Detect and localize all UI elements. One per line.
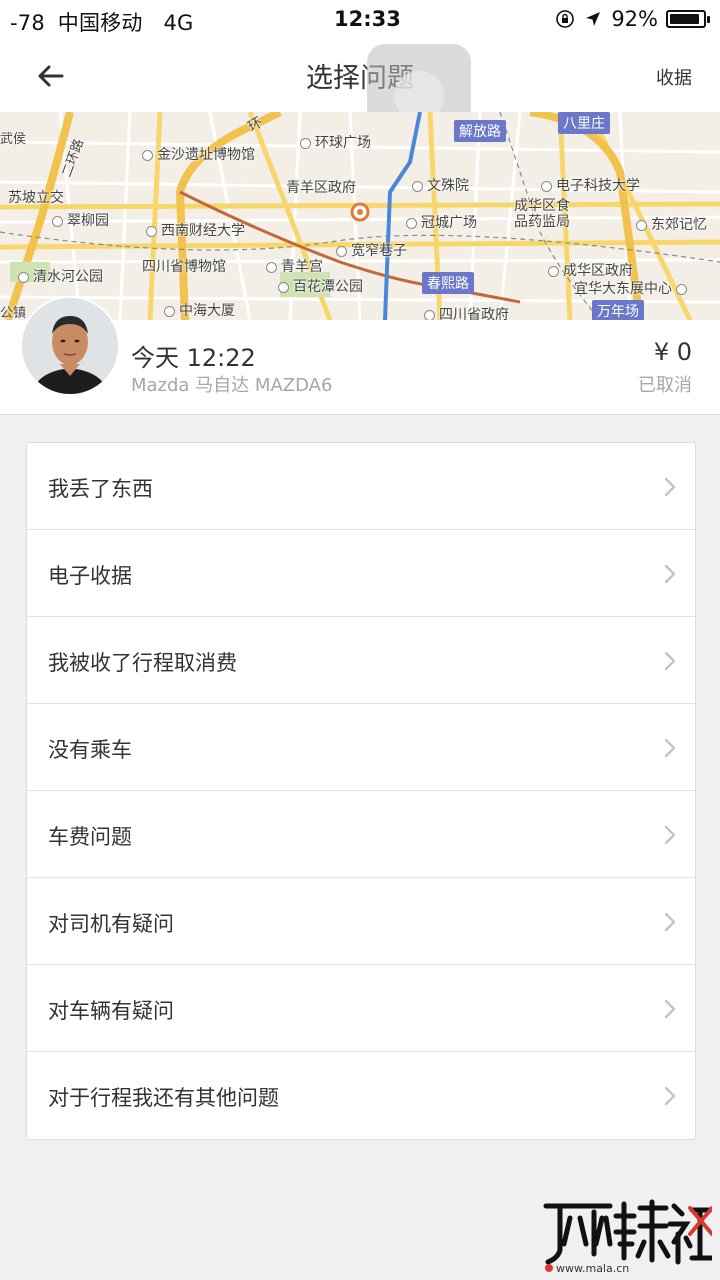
map-road-tag: 八里庄	[558, 112, 610, 134]
issue-item-vehicle-question[interactable]: 对车辆有疑问	[27, 965, 695, 1052]
map-label: 四川省政府	[424, 304, 509, 320]
chevron-right-icon	[664, 651, 676, 671]
chevron-right-icon	[664, 999, 676, 1019]
issue-item-fare-problem[interactable]: 车费问题	[27, 791, 695, 878]
issue-label: 对于行程我还有其他问题	[48, 1086, 279, 1110]
page-title: 选择问题	[306, 63, 414, 94]
trip-summary-card[interactable]: 今天 12:22 Mazda 马自达 MAZDA6 ¥ 0 已取消	[0, 296, 720, 415]
trip-fare: ¥ 0	[653, 338, 692, 366]
location-arrow-icon	[586, 12, 601, 26]
trip-status: 已取消	[638, 375, 692, 396]
map-label: 青羊区政府	[286, 180, 356, 196]
carrier-name: 中国移动	[57, 11, 143, 35]
issue-item-lost-item[interactable]: 我丢了东西	[27, 443, 695, 530]
map-label: 苏坡立交	[8, 190, 64, 206]
issue-label: 电子收据	[48, 564, 132, 588]
status-left: -78 中国移动 4G	[10, 7, 200, 37]
battery-percent: 92%	[611, 7, 658, 31]
map-label: 电子科技大学	[541, 175, 640, 195]
chevron-right-icon	[664, 564, 676, 584]
map-label: 青羊宫	[266, 256, 323, 276]
map-label: 宽窄巷子	[336, 240, 407, 260]
issue-label: 车费问题	[48, 825, 132, 849]
issue-label: 没有乘车	[48, 738, 132, 762]
issue-item-no-ride[interactable]: 没有乘车	[27, 704, 695, 791]
map-label: 冠城广场	[406, 212, 477, 232]
map-label: 中海大厦	[164, 300, 235, 320]
issue-item-driver-question[interactable]: 对司机有疑问	[27, 878, 695, 965]
map-label: 武侯	[0, 132, 27, 147]
map-label: 公镇	[0, 306, 27, 320]
receipt-button[interactable]: 收据	[656, 64, 692, 90]
map-label: 翠柳园	[52, 210, 109, 230]
map-label: 东郊记忆	[636, 214, 707, 234]
map-label: 文殊院	[412, 175, 469, 195]
issue-label: 对司机有疑问	[48, 912, 174, 936]
nav-bar: 选择问题 收据	[0, 40, 720, 148]
map-road-tag: 春熙路	[422, 272, 474, 294]
issue-label: 对车辆有疑问	[48, 999, 174, 1023]
battery-icon	[666, 10, 710, 28]
issue-list: 我丢了东西 电子收据 我被收了行程取消费 没有乘车 车费问题 对司机有疑问 对车…	[26, 442, 696, 1140]
map-road-tag: 解放路	[454, 120, 506, 142]
chevron-right-icon	[664, 477, 676, 497]
network-type: 4G	[163, 11, 194, 35]
map-label: 成华区政府	[548, 260, 633, 280]
chevron-right-icon	[664, 825, 676, 845]
map-label: 百花潭公园	[278, 276, 363, 296]
trip-car-model: Mazda 马自达 MAZDA6	[131, 375, 333, 396]
map-label: 环球广场	[300, 132, 371, 152]
chevron-right-icon	[664, 1086, 676, 1106]
battery-fill	[670, 14, 700, 24]
trip-time: 今天 12:22	[131, 344, 256, 372]
chevron-right-icon	[664, 738, 676, 758]
issue-item-cancellation-fee[interactable]: 我被收了行程取消费	[27, 617, 695, 704]
issue-item-e-receipt[interactable]: 电子收据	[27, 530, 695, 617]
status-time: 12:33	[334, 7, 401, 31]
map-label: 四川省博物馆	[142, 259, 226, 275]
map-label: 西南财经大学	[146, 220, 245, 240]
svg-text:www.mala.cn: www.mala.cn	[556, 1262, 629, 1274]
orientation-lock-icon	[556, 10, 575, 28]
map-label: 宜华大东展中心	[574, 278, 691, 298]
issue-label: 我被收了行程取消费	[48, 651, 237, 675]
signal-strength: -78	[10, 11, 45, 35]
status-right: 92%	[555, 7, 710, 31]
issue-label: 我丢了东西	[48, 477, 153, 501]
map-road-tag: 万年场	[592, 300, 644, 320]
issue-item-other[interactable]: 对于行程我还有其他问题	[27, 1052, 695, 1139]
driver-avatar	[20, 296, 120, 396]
status-bar: -78 中国移动 4G 12:33 92%	[0, 0, 720, 40]
chevron-right-icon	[664, 912, 676, 932]
trip-map[interactable]: 金沙遗址博物馆 环球广场 解放路 八里庄 电子科技大学 青羊区政府 文殊院 苏坡…	[0, 112, 720, 320]
map-label: 清水河公园	[18, 266, 103, 286]
mala-watermark-logo: www.mala.cn	[543, 1199, 712, 1274]
map-label: 金沙遗址博物馆	[142, 144, 255, 164]
map-label: 成华区食品药监局	[514, 198, 570, 230]
driver-photo	[22, 298, 118, 394]
